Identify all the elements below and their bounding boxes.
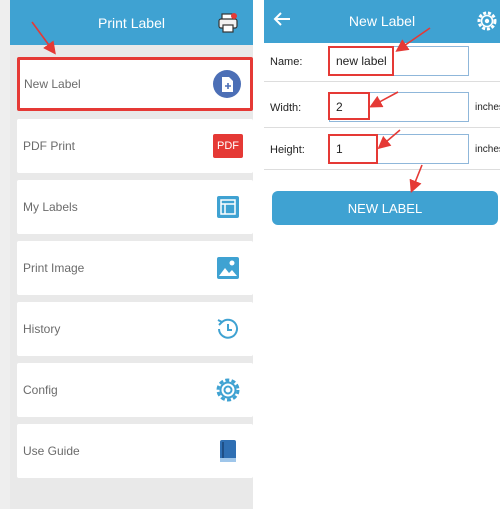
pdf-icon: PDF <box>213 134 243 158</box>
menu-item-my-labels[interactable]: My Labels <box>17 180 253 234</box>
label-template-icon <box>213 192 243 222</box>
new-label-header: New Label <box>264 0 500 43</box>
image-icon <box>213 253 243 283</box>
menu-item-label: My Labels <box>23 200 78 214</box>
menu-item-label: Use Guide <box>23 444 80 458</box>
width-row: Width: inches <box>264 88 500 128</box>
new-label-screen: New Label Name: Width: inches Height: in… <box>264 0 500 509</box>
menu-item-label: History <box>23 322 61 336</box>
pdf-icon-text: PDF <box>217 140 239 152</box>
menu-item-new-label[interactable]: New Label <box>17 57 253 111</box>
menu-item-pdf-print[interactable]: PDF Print PDF <box>17 119 253 173</box>
main-menu-header: Print Label <box>10 0 253 45</box>
menu-item-config[interactable]: Config <box>17 363 253 417</box>
printer-icon[interactable] <box>217 12 239 34</box>
menu-item-label: Print Image <box>23 261 85 275</box>
width-label: Width: <box>270 102 302 114</box>
width-input[interactable] <box>329 92 469 122</box>
new-label-title: New Label <box>348 13 416 29</box>
name-input[interactable] <box>329 46 469 76</box>
menu-item-history[interactable]: History <box>17 302 253 356</box>
settings-gear-icon[interactable] <box>476 10 498 32</box>
width-unit: inches <box>475 102 500 113</box>
new-document-icon <box>212 69 242 99</box>
menu-item-label: PDF Print <box>23 139 76 153</box>
name-row: Name: <box>264 42 500 82</box>
guide-book-icon <box>213 436 243 466</box>
height-unit: inches <box>475 144 500 155</box>
menu-item-use-guide[interactable]: Use Guide <box>17 424 253 478</box>
height-input[interactable] <box>329 134 469 164</box>
main-menu-list: New Label PDF Print PDF My Labels Print … <box>10 45 253 509</box>
height-label: Height: <box>270 144 305 156</box>
gear-icon <box>213 375 243 405</box>
height-row: Height: inches <box>264 130 500 170</box>
main-menu-screen: Print Label New Label PDF Print PDF My L… <box>0 0 253 509</box>
new-label-button[interactable]: NEW LABEL <box>272 191 498 225</box>
menu-item-print-image[interactable]: Print Image <box>17 241 253 295</box>
menu-item-label: New Label <box>24 77 81 91</box>
history-clock-icon <box>213 314 243 344</box>
menu-item-label: Config <box>23 383 58 397</box>
name-label: Name: <box>270 56 303 68</box>
